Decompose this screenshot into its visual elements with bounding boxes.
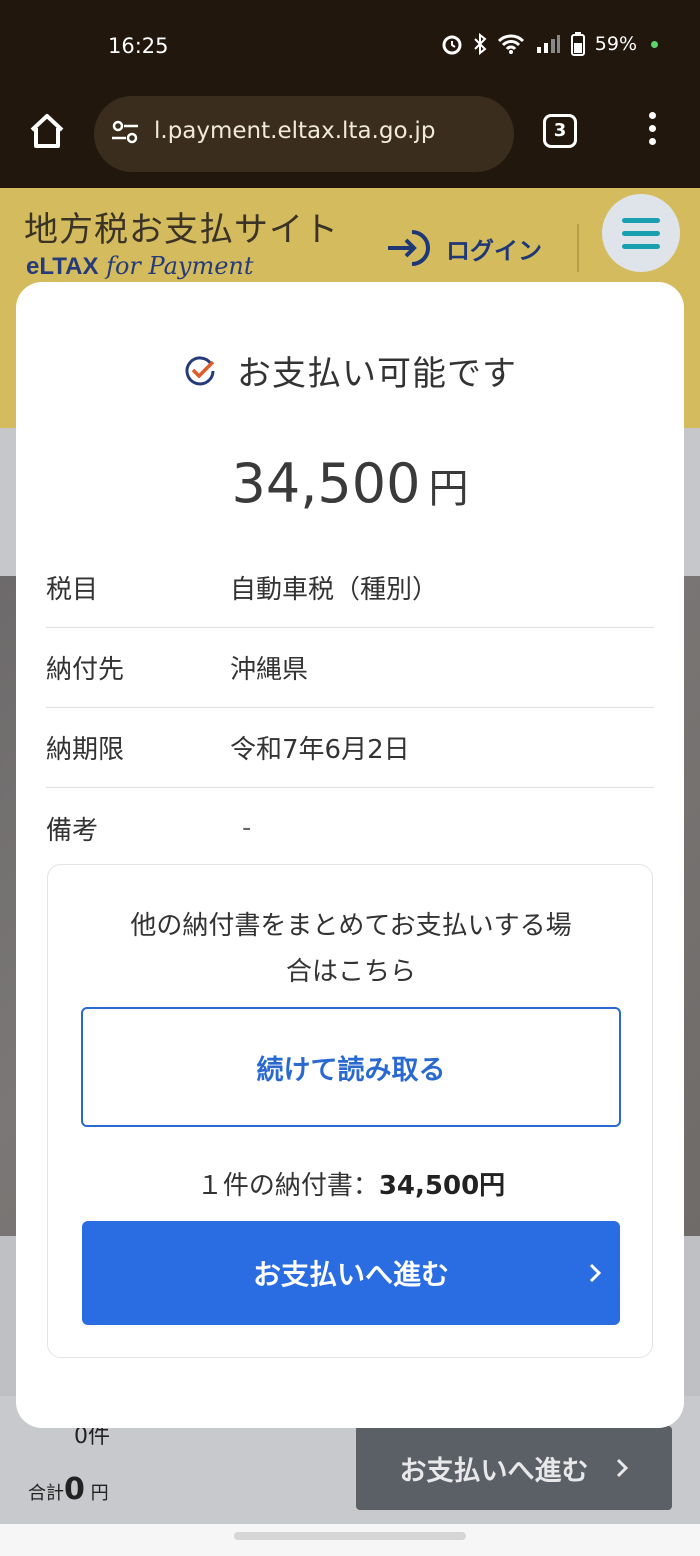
check-icon: [185, 355, 215, 385]
login-label: ログイン: [446, 236, 542, 265]
status-bar: 16:25 59%: [0, 0, 700, 92]
payment-amount: 34,500 円: [231, 452, 469, 515]
logo-main: eLTAX: [26, 253, 99, 280]
multi-payment-notice: 他の納付書をまとめてお支払いする場 合はこちら: [130, 911, 572, 987]
home-icon[interactable]: [24, 108, 70, 154]
logo-sub: for Payment: [106, 252, 254, 280]
modal-header: お支払い可能です: [16, 346, 684, 395]
site-logo[interactable]: eLTAX for Payment: [26, 252, 254, 281]
battery-percent: 59%: [594, 33, 637, 55]
status-icons: 59%: [441, 32, 658, 56]
menu-line-icon: [622, 218, 660, 223]
chevron-right-icon: [589, 1263, 602, 1283]
hamburger-menu-button[interactable]: [602, 194, 680, 272]
browser-toolbar: l.payment.eltax.lta.go.jp 3: [0, 92, 700, 188]
payment-modal: お支払い可能です 34,500 円 税目 自動車税（種別） 納付先 沖縄県 納期限…: [16, 282, 684, 1428]
chevron-right-icon: [616, 1458, 628, 1478]
info-row-remarks: 備考 -: [46, 813, 252, 846]
gesture-handle[interactable]: [234, 1532, 466, 1540]
address-bar[interactable]: l.payment.eltax.lta.go.jp: [94, 96, 514, 172]
status-time: 16:25: [108, 34, 169, 58]
bluetooth-icon: [474, 33, 487, 55]
wifi-icon: [497, 34, 524, 54]
url-text: l.payment.eltax.lta.go.jp: [154, 118, 436, 144]
more-menu-icon[interactable]: [646, 112, 658, 152]
site-title: 地方税お支払サイト: [24, 210, 339, 250]
signal-icon: [536, 35, 560, 53]
battery-icon: [570, 32, 585, 56]
header-divider: [577, 224, 579, 272]
background-pay-label: お支払いへ進む: [399, 1455, 589, 1487]
proceed-label: お支払いへ進む: [252, 1258, 449, 1291]
modal-title: お支払い可能です: [237, 354, 517, 394]
alarm-icon: [442, 35, 462, 55]
info-row-due-date: 納期限 令和7年6月2日: [46, 708, 654, 788]
continue-scanning-button[interactable]: 続けて読み取る: [81, 1007, 621, 1127]
multi-payment-box: 他の納付書をまとめてお支払いする場 合はこちら 続けて読み取る １件の納付書：3…: [47, 864, 653, 1358]
system-nav-bar: [0, 1524, 700, 1556]
login-icon: [388, 230, 430, 266]
menu-line-icon: [622, 231, 660, 236]
site-settings-icon[interactable]: [110, 118, 140, 146]
menu-line-icon: [622, 244, 660, 249]
info-row-tax-type: 税目 自動車税（種別）: [46, 548, 654, 628]
login-button[interactable]: ログイン: [386, 228, 542, 268]
info-row-payee: 納付先 沖縄県: [46, 628, 654, 708]
payment-summary: １件の納付書：34,500円: [196, 1171, 506, 1201]
privacy-dot-icon: [651, 40, 658, 48]
proceed-to-payment-button[interactable]: お支払いへ進む: [82, 1221, 620, 1325]
background-pay-button[interactable]: お支払いへ進む: [356, 1426, 672, 1510]
cart-total: 合計0 円: [28, 1472, 109, 1507]
tab-switcher-button[interactable]: 3: [543, 114, 577, 148]
